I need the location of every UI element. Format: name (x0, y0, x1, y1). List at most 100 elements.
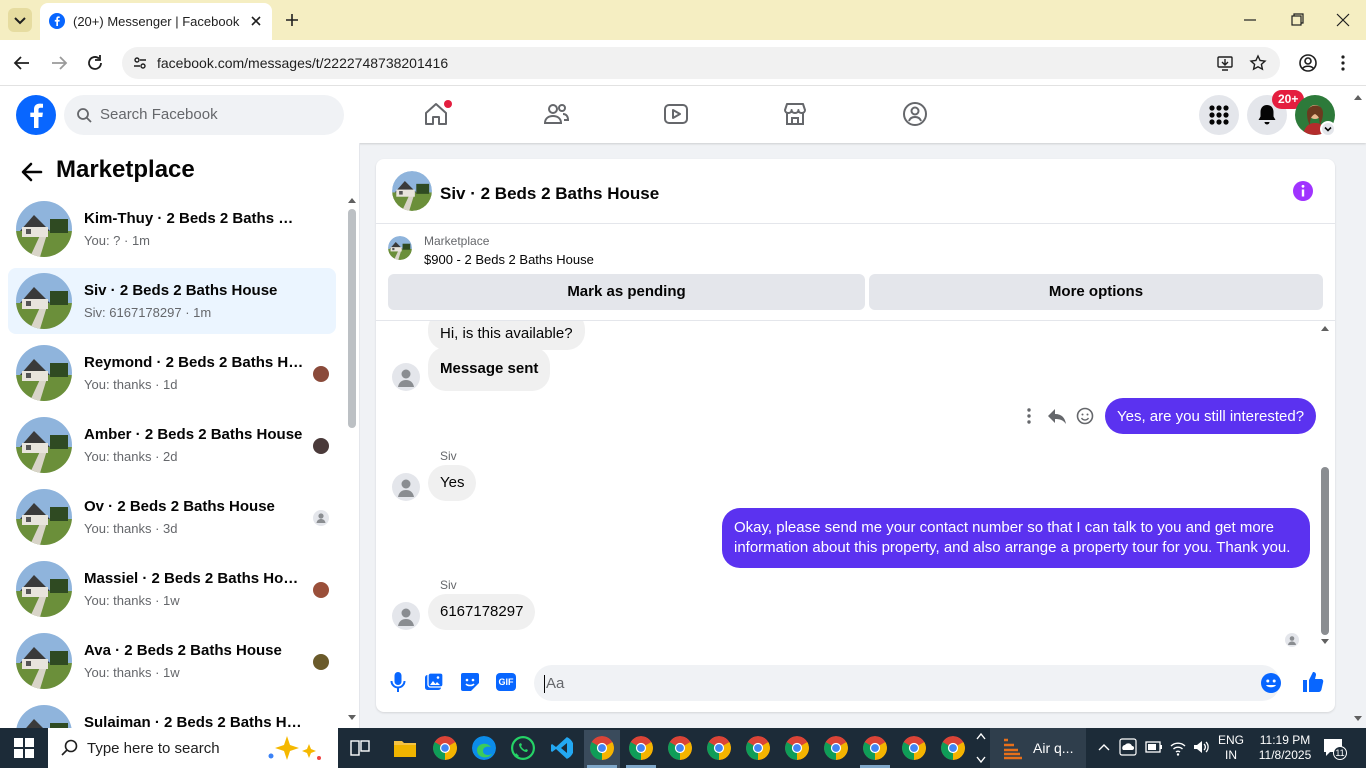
chrome-profile-icon[interactable] (863, 736, 887, 760)
conversation-item[interactable]: Massiel · 2 Beds 2 Baths House You: than… (8, 556, 336, 622)
sticker-icon[interactable] (460, 672, 480, 692)
nav-marketplace[interactable] (781, 100, 809, 128)
battery-icon[interactable] (1145, 740, 1163, 754)
photo-icon[interactable] (424, 672, 444, 692)
new-tab-icon[interactable] (283, 11, 301, 29)
nav-video[interactable] (662, 100, 690, 128)
address-bar[interactable]: facebook.com/messages/t/2222748738201416 (122, 47, 1280, 79)
back-icon[interactable] (12, 53, 32, 73)
conversation-item-active[interactable]: Siv · 2 Beds 2 Baths House Siv: 61671782… (8, 268, 336, 334)
minimize-icon[interactable] (1242, 12, 1258, 28)
file-explorer-icon[interactable] (393, 737, 417, 759)
browser-tab-active[interactable]: (20+) Messenger | Facebook (40, 3, 272, 40)
language-indicator[interactable]: ENG IN (1218, 733, 1244, 763)
taskbar-search-box[interactable]: Type here to search (48, 728, 338, 768)
conversation-item[interactable]: Sulaiman · 2 Beds 2 Baths House (8, 700, 336, 728)
close-tab-icon[interactable] (248, 13, 264, 29)
chrome-profile-icon[interactable] (785, 736, 809, 760)
person-icon (398, 479, 414, 497)
chrome-profile-icon[interactable] (707, 736, 731, 760)
menu-button[interactable] (1199, 95, 1239, 135)
gif-button[interactable]: GIF (496, 673, 516, 691)
edge-icon[interactable] (472, 736, 496, 760)
chrome-icon[interactable] (433, 736, 457, 760)
search-icon (61, 739, 78, 756)
message-bubble-received[interactable]: Message sent (428, 347, 551, 391)
task-view-icon[interactable] (350, 738, 370, 758)
mark-as-pending-button[interactable]: Mark as pending (388, 274, 865, 310)
whatsapp-icon[interactable] (511, 736, 535, 760)
thumbs-up-icon[interactable] (1301, 670, 1325, 694)
thread-scroll-down-icon[interactable] (1319, 637, 1331, 647)
volume-icon[interactable] (1192, 738, 1210, 756)
react-emoji-icon[interactable] (1076, 407, 1094, 425)
windows-start-icon[interactable] (14, 738, 34, 758)
reload-icon[interactable] (85, 53, 105, 73)
chat-listing-thumbnail[interactable] (392, 171, 432, 211)
friends-icon (543, 104, 570, 124)
reply-icon[interactable] (1047, 407, 1067, 425)
page-scroll-up-icon[interactable] (1352, 92, 1364, 102)
listing-source: Marketplace (424, 234, 490, 248)
conversation-item[interactable]: Reymond · 2 Beds 2 Baths Ho... You: than… (8, 340, 336, 406)
listing-thumbnail (16, 201, 72, 257)
thread-scrollbar-thumb[interactable] (1321, 467, 1329, 635)
sender-name: Siv (440, 578, 457, 592)
bookmark-star-icon[interactable] (1249, 54, 1267, 72)
microphone-icon[interactable] (389, 671, 407, 693)
conversation-item[interactable]: Amber · 2 Beds 2 Baths House You: thanks… (8, 412, 336, 478)
tab-search-button[interactable] (8, 8, 32, 32)
chat-title[interactable]: Siv · 2 Beds 2 Baths House (440, 184, 659, 204)
conversation-item[interactable]: Kim-Thuy · 2 Beds 2 Baths House You: ? ·… (8, 196, 336, 262)
account-dropdown[interactable] (1320, 121, 1336, 137)
arrow-left-icon[interactable] (20, 161, 44, 183)
conversation-item[interactable]: Ov · 2 Beds 2 Baths House You: thanks · … (8, 484, 336, 550)
listing-summary[interactable]: $900 - 2 Beds 2 Baths House (424, 252, 594, 267)
facebook-logo-icon[interactable] (16, 95, 56, 135)
browser-menu-icon[interactable] (1335, 53, 1351, 73)
message-bubble-received[interactable]: Yes (428, 465, 477, 501)
onedrive-icon[interactable] (1119, 738, 1137, 756)
message-bubble-received[interactable]: 6167178297 (428, 594, 536, 630)
message-bubble-sent[interactable]: Okay, please send me your contact number… (722, 508, 1310, 568)
vscode-icon[interactable] (550, 736, 574, 760)
restore-icon[interactable] (1289, 12, 1305, 28)
clock[interactable]: 11:19 PM 11/8/2025 (1253, 733, 1317, 763)
scroll-down-arrow-icon[interactable] (346, 713, 358, 723)
taskbar-overflow-icon[interactable] (975, 731, 987, 765)
message-bubble-sent[interactable]: Yes, are you still interested? (1105, 398, 1317, 434)
message-input[interactable]: Aa (534, 665, 1281, 701)
weather-widget[interactable]: Air q... (990, 728, 1086, 768)
search-input[interactable]: Search Facebook (100, 106, 218, 123)
install-app-icon[interactable] (1216, 54, 1234, 72)
site-info-icon[interactable] (132, 55, 148, 71)
page-scroll-down-icon[interactable] (1352, 714, 1364, 724)
info-icon[interactable] (1292, 180, 1314, 202)
profile-icon[interactable] (1298, 53, 1318, 73)
forward-icon[interactable] (49, 53, 69, 73)
chrome-profile-icon[interactable] (941, 736, 965, 760)
thread-scroll-up-icon[interactable] (1319, 323, 1331, 333)
close-window-icon[interactable] (1335, 12, 1351, 28)
nav-friends[interactable] (542, 100, 570, 128)
chrome-profile-icon[interactable] (746, 736, 770, 760)
message-bubble-received[interactable]: Hi, is this available? (428, 321, 585, 350)
conversation-title: Ava · 2 Beds 2 Baths House (84, 642, 282, 659)
chrome-profile-icon[interactable] (668, 736, 692, 760)
more-options-button[interactable]: More options (869, 274, 1323, 310)
nav-groups[interactable] (901, 100, 929, 128)
sidebar-scrollbar-thumb[interactable] (348, 209, 356, 428)
chrome-profile-icon[interactable] (629, 736, 653, 760)
chrome-profile-icon[interactable] (590, 736, 614, 760)
conversation-item[interactable]: Ava · 2 Beds 2 Baths House You: thanks ·… (8, 628, 336, 694)
chrome-profile-icon[interactable] (902, 736, 926, 760)
more-actions-icon[interactable] (1022, 407, 1036, 425)
chrome-profile-icon[interactable] (824, 736, 848, 760)
facebook-search-box[interactable]: Search Facebook (64, 95, 344, 135)
taskbar-search-input[interactable]: Type here to search (87, 740, 220, 757)
wifi-icon[interactable] (1169, 738, 1187, 756)
show-hidden-icons-icon[interactable] (1097, 740, 1111, 754)
emoji-icon[interactable] (1261, 673, 1281, 693)
scroll-up-arrow-icon[interactable] (346, 195, 358, 205)
notification-center-button[interactable]: 11 (1322, 736, 1348, 760)
